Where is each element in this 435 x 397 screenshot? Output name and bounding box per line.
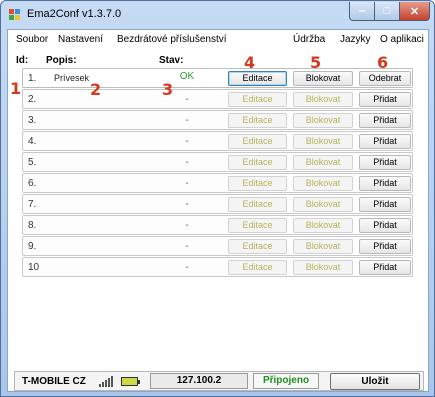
window-title: Ema2Conf v1.3.7.0: [27, 8, 122, 20]
block-button: Blokovat: [293, 134, 353, 149]
block-button: Blokovat: [293, 218, 353, 233]
app-window: Ema2Conf v1.3.7.0 – □ ✕ Soubor Nastavení…: [0, 0, 435, 397]
menu-udrzba[interactable]: Údržba: [293, 34, 325, 45]
marker-4: 4: [244, 53, 256, 72]
table-row: 8. - Editace Blokovat Přidat: [22, 215, 413, 235]
minimize-button[interactable]: –: [349, 2, 375, 21]
row-id: 5.: [28, 157, 37, 168]
table-row: 3. - Editace Blokovat Přidat: [22, 110, 413, 130]
row-id: 3.: [28, 115, 37, 126]
table-row: 5. - Editace Blokovat Přidat: [22, 152, 413, 172]
app-icon: [9, 9, 20, 20]
battery-icon: [121, 377, 140, 386]
block-button: Blokovat: [293, 155, 353, 170]
block-button[interactable]: Blokovat: [293, 71, 353, 86]
block-button: Blokovat: [293, 239, 353, 254]
table-row: 4. - Editace Blokovat Přidat: [22, 131, 413, 151]
edit-button: Editace: [228, 155, 287, 170]
save-button[interactable]: Uložit: [330, 373, 420, 390]
add-button[interactable]: Přidat: [359, 113, 411, 128]
operator-label: T-MOBILE CZ: [22, 376, 86, 387]
marker-6: 6: [377, 53, 389, 72]
row-state: -: [185, 178, 189, 189]
remove-button[interactable]: Odebrat: [359, 71, 411, 86]
block-button: Blokovat: [293, 197, 353, 212]
menu-o-aplikaci[interactable]: O aplikaci: [380, 34, 424, 45]
row-state: -: [185, 241, 189, 252]
row-state: -: [185, 220, 189, 231]
header-id: Id:: [16, 55, 29, 66]
row-id: 2.: [28, 94, 37, 105]
table-row: 10 - Editace Blokovat Přidat: [22, 257, 413, 277]
header-state: Stav:: [159, 55, 184, 66]
table-row: 2. - Editace Blokovat Přidat: [22, 89, 413, 109]
add-button[interactable]: Přidat: [359, 92, 411, 107]
menu-bezdratove-prislusenstvi[interactable]: Bezdrátové příslušenství: [117, 34, 227, 45]
row-id: 6.: [28, 178, 37, 189]
row-state: -: [185, 262, 189, 273]
menu-soubor[interactable]: Soubor: [16, 34, 48, 45]
table-row: 7. - Editace Blokovat Přidat: [22, 194, 413, 214]
edit-button: Editace: [228, 92, 287, 107]
menu-bar: Soubor Nastavení Bezdrátové příslušenstv…: [8, 34, 428, 50]
edit-button: Editace: [228, 197, 287, 212]
add-button[interactable]: Přidat: [359, 197, 411, 212]
table-row: 1. Prívesek OK Editace Blokovat Odebrat: [22, 68, 413, 88]
table-row: 9. - Editace Blokovat Přidat: [22, 236, 413, 256]
row-state: OK: [179, 71, 195, 82]
add-button[interactable]: Přidat: [359, 260, 411, 275]
table-row: 6. - Editace Blokovat Přidat: [22, 173, 413, 193]
connection-status: Připojeno: [253, 373, 319, 389]
edit-button: Editace: [228, 260, 287, 275]
row-state: -: [185, 115, 189, 126]
add-button[interactable]: Přidat: [359, 134, 411, 149]
row-id: 8.: [28, 220, 37, 231]
row-state: -: [185, 157, 189, 168]
row-id: 1.: [28, 73, 37, 84]
edit-button: Editace: [228, 134, 287, 149]
edit-button: Editace: [228, 176, 287, 191]
edit-button: Editace: [228, 113, 287, 128]
title-bar[interactable]: Ema2Conf v1.3.7.0 – □ ✕: [1, 1, 434, 29]
add-button[interactable]: Přidat: [359, 218, 411, 233]
edit-button: Editace: [228, 239, 287, 254]
edit-button: Editace: [228, 218, 287, 233]
block-button: Blokovat: [293, 92, 353, 107]
row-state: -: [185, 94, 189, 105]
marker-2: 2: [90, 80, 102, 99]
main-panel: Soubor Nastavení Bezdrátové příslušenstv…: [7, 29, 429, 392]
signal-strength-icon: [99, 376, 113, 387]
menu-jazyky[interactable]: Jazyky: [340, 34, 371, 45]
status-bar: T-MOBILE CZ 127.100.2 Připojeno Uložit: [14, 371, 424, 391]
header-description: Popis:: [46, 55, 77, 66]
maximize-button[interactable]: □: [375, 2, 400, 21]
block-button: Blokovat: [293, 176, 353, 191]
add-button[interactable]: Přidat: [359, 155, 411, 170]
marker-1: 1: [10, 79, 22, 98]
maximize-icon: □: [383, 5, 391, 17]
row-state: -: [185, 199, 189, 210]
marker-5: 5: [310, 53, 322, 72]
marker-3: 3: [162, 80, 174, 99]
minimize-icon: –: [358, 5, 366, 17]
row-id: 9.: [28, 241, 37, 252]
close-icon: ✕: [409, 5, 420, 18]
close-button[interactable]: ✕: [400, 2, 430, 21]
edit-button[interactable]: Editace: [228, 71, 287, 86]
block-button: Blokovat: [293, 260, 353, 275]
block-button: Blokovat: [293, 113, 353, 128]
row-description: Prívesek: [54, 73, 90, 83]
add-button[interactable]: Přidat: [359, 176, 411, 191]
row-id: 7.: [28, 199, 37, 210]
ip-address: 127.100.2: [150, 373, 248, 389]
row-id: 10: [28, 262, 40, 273]
row-id: 4.: [28, 136, 37, 147]
add-button[interactable]: Přidat: [359, 239, 411, 254]
row-state: -: [185, 136, 189, 147]
menu-nastaveni[interactable]: Nastavení: [58, 34, 103, 45]
